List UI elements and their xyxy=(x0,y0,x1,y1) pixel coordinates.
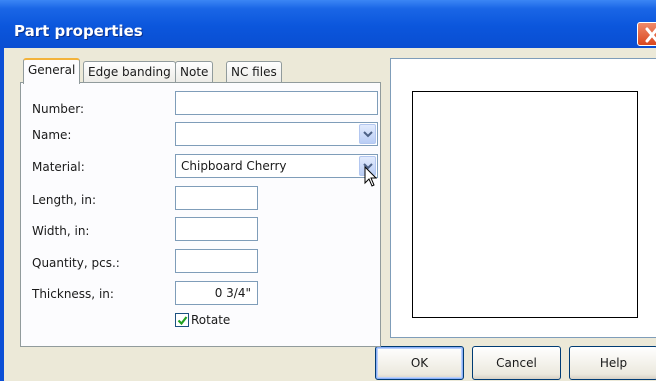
title-bar: Part properties xyxy=(0,0,656,48)
mouse-pointer-icon xyxy=(364,166,378,187)
width-field[interactable] xyxy=(175,217,258,241)
tab-nc-files[interactable]: NC files xyxy=(226,61,282,83)
quantity-field[interactable] xyxy=(175,249,258,273)
material-value: Chipboard Cherry xyxy=(181,159,287,173)
tab-label: General xyxy=(28,63,76,77)
window-title: Part properties xyxy=(14,22,143,40)
window-border xyxy=(0,48,4,381)
quantity-label: Quantity, pcs.: xyxy=(32,256,120,270)
close-icon xyxy=(645,27,656,43)
tab-general[interactable]: General xyxy=(23,58,81,84)
tab-label: Note xyxy=(180,65,209,79)
tab-edge-banding[interactable]: Edge banding xyxy=(83,61,176,83)
material-combobox[interactable]: Chipboard Cherry xyxy=(175,154,378,178)
help-button[interactable]: Help xyxy=(569,346,656,380)
tab-label: Edge banding xyxy=(88,65,171,79)
check-icon xyxy=(177,316,188,326)
ok-button[interactable]: OK xyxy=(375,346,464,380)
rotate-label: Rotate xyxy=(191,313,231,327)
part-preview-shape xyxy=(412,91,638,318)
width-label: Width, in: xyxy=(32,224,90,238)
number-field[interactable] xyxy=(175,91,378,115)
name-dropdown-button[interactable] xyxy=(359,124,376,144)
rotate-checkbox[interactable] xyxy=(175,313,189,327)
material-label: Material: xyxy=(32,160,85,174)
name-combobox[interactable] xyxy=(175,122,378,146)
length-label: Length, in: xyxy=(32,193,97,207)
chevron-down-icon xyxy=(363,131,373,138)
cancel-button[interactable]: Cancel xyxy=(472,346,561,380)
tab-label: NC files xyxy=(231,65,277,79)
tab-note[interactable]: Note xyxy=(175,61,214,83)
thickness-field[interactable]: 0 3/4" xyxy=(175,281,258,305)
length-field[interactable] xyxy=(175,186,258,210)
number-label: Number: xyxy=(32,102,85,116)
thickness-label: Thickness, in: xyxy=(32,287,114,301)
close-button[interactable] xyxy=(637,22,656,46)
name-label: Name: xyxy=(32,128,72,142)
